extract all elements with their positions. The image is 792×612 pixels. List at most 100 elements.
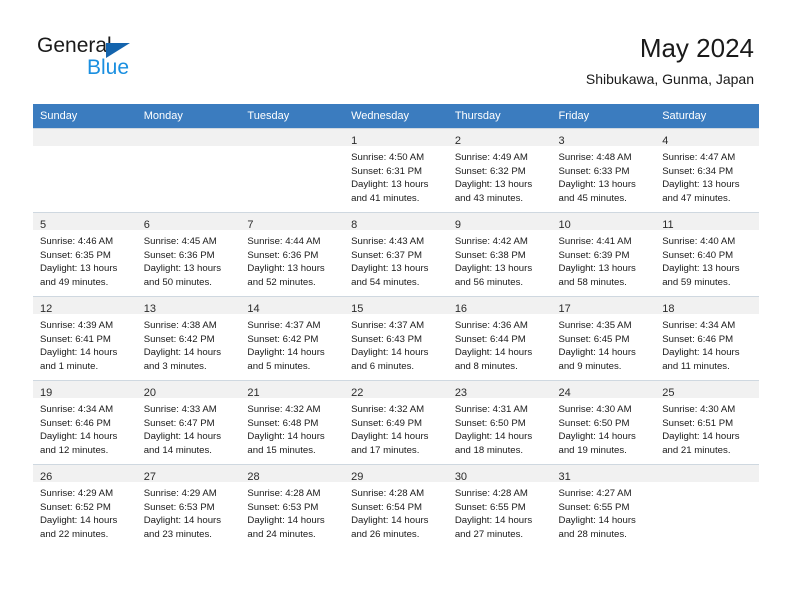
day-cell[interactable]: 7 Sunrise: 4:44 AM Sunset: 6:36 PM Daylight…: [240, 212, 345, 296]
day-cell[interactable]: 10 Sunrise: 4:41 AM Sunset: 6:39 PM Dayligh…: [551, 212, 656, 296]
day-cell[interactable]: 3 Sunrise: 4:48 AM Sunset: 6:33 PM Daylight…: [551, 128, 656, 212]
day-detail-line: Sunrise: 4:28 AM: [247, 488, 321, 499]
day-cell[interactable]: 1 Sunrise: 4:50 AM Sunset: 6:31 PM Daylight…: [344, 128, 448, 212]
day-detail-line: Daylight: 14 hours: [247, 515, 325, 527]
calendar-cell: 7 Sunrise: 4:44 AM Sunset: 6:36 PM Daylight…: [240, 212, 345, 296]
day-detail-line: Sunrise: 4:48 AM: [558, 152, 632, 163]
day-number-bar: 9: [447, 213, 552, 231]
weekday-header-sunday: Sunday: [33, 104, 137, 128]
day-cell[interactable]: 29 Sunrise: 4:28 AM Sunset: 6:54 PM Dayligh…: [344, 464, 448, 548]
day-cell[interactable]: 21 Sunrise: 4:32 AM Sunset: 6:48 PM Dayligh…: [240, 380, 345, 464]
day-detail-line: Daylight: 14 hours: [351, 515, 429, 527]
day-cell-empty: [240, 128, 345, 212]
day-number: 23: [454, 387, 468, 399]
day-detail-line: Daylight: 14 hours: [662, 347, 740, 359]
day-number: 24: [558, 387, 571, 399]
day-detail-line: Sunset: 6:34 PM: [662, 165, 734, 177]
day-detail-line: Sunrise: 4:50 AM: [351, 152, 425, 163]
weekday-header-friday: Friday: [551, 104, 656, 128]
day-detail-line: and 41 minutes.: [351, 192, 420, 204]
day-detail-line: and 17 minutes.: [351, 444, 420, 456]
day-detail-line: Sunrise: 4:27 AM: [558, 488, 632, 499]
day-cell[interactable]: 20 Sunrise: 4:33 AM Sunset: 6:47 PM Dayligh…: [136, 380, 241, 464]
day-detail-line: Daylight: 13 hours: [351, 179, 429, 191]
brand-logo[interactable]: General Blue: [37, 34, 237, 82]
day-cell[interactable]: 26 Sunrise: 4:29 AM Sunset: 6:52 PM Dayligh…: [33, 464, 137, 548]
day-number: 19: [40, 387, 53, 399]
day-cell[interactable]: 8 Sunrise: 4:43 AM Sunset: 6:37 PM Daylight…: [344, 212, 448, 296]
day-detail-line: Sunset: 6:33 PM: [558, 165, 630, 177]
calendar-cell: 30 Sunrise: 4:28 AM Sunset: 6:55 PM Dayligh…: [447, 464, 552, 548]
day-number: 17: [558, 303, 571, 315]
day-number-bar: 17: [551, 297, 656, 315]
day-detail-line: Sunrise: 4:46 AM: [40, 236, 114, 247]
day-cell[interactable]: 30 Sunrise: 4:28 AM Sunset: 6:55 PM Dayligh…: [447, 464, 552, 548]
day-detail-line: Daylight: 13 hours: [351, 263, 429, 275]
day-details: Sunrise: 4:29 AM Sunset: 6:53 PM Daylight:…: [137, 482, 241, 541]
day-number: 6: [143, 219, 150, 231]
day-detail-line: Daylight: 13 hours: [454, 263, 533, 275]
day-detail-line: and 9 minutes.: [558, 360, 622, 372]
day-number-bar: 30: [447, 465, 552, 483]
day-number-bar: 20: [136, 381, 241, 399]
day-number-bar: 6: [136, 213, 241, 231]
day-detail-line: Daylight: 14 hours: [143, 515, 222, 527]
day-detail-line: Daylight: 14 hours: [40, 347, 118, 359]
day-detail-line: Sunrise: 4:36 AM: [454, 320, 528, 331]
day-number: 27: [143, 471, 156, 483]
day-cell[interactable]: 12 Sunrise: 4:39 AM Sunset: 6:41 PM Dayligh…: [33, 296, 137, 380]
day-cell[interactable]: 31 Sunrise: 4:27 AM Sunset: 6:55 PM Dayligh…: [551, 464, 656, 548]
day-detail-line: Sunrise: 4:37 AM: [247, 320, 321, 331]
day-cell[interactable]: 24 Sunrise: 4:30 AM Sunset: 6:50 PM Dayligh…: [551, 380, 656, 464]
day-cell[interactable]: 11 Sunrise: 4:40 AM Sunset: 6:40 PM Dayligh…: [655, 212, 759, 296]
calendar-grid: Sunday Monday Tuesday Wednesday Thursday…: [33, 104, 759, 548]
day-cell[interactable]: 25 Sunrise: 4:30 AM Sunset: 6:51 PM Dayligh…: [655, 380, 759, 464]
day-cell[interactable]: 28 Sunrise: 4:28 AM Sunset: 6:53 PM Dayligh…: [240, 464, 345, 548]
day-cell[interactable]: 6 Sunrise: 4:45 AM Sunset: 6:36 PM Daylight…: [136, 212, 241, 296]
day-number: 9: [454, 219, 461, 231]
calendar-cell: [655, 464, 759, 548]
day-detail-line: Sunrise: 4:32 AM: [351, 404, 425, 415]
day-cell[interactable]: 17 Sunrise: 4:35 AM Sunset: 6:45 PM Dayligh…: [551, 296, 656, 380]
day-cell[interactable]: 18 Sunrise: 4:34 AM Sunset: 6:46 PM Dayligh…: [655, 296, 759, 380]
day-cell[interactable]: 23 Sunrise: 4:31 AM Sunset: 6:50 PM Dayligh…: [447, 380, 552, 464]
day-detail-line: Sunset: 6:53 PM: [247, 501, 319, 513]
day-cell[interactable]: 16 Sunrise: 4:36 AM Sunset: 6:44 PM Dayligh…: [447, 296, 552, 380]
calendar-cell: 4 Sunrise: 4:47 AM Sunset: 6:34 PM Daylight…: [655, 128, 759, 212]
day-number-bar: [655, 465, 759, 482]
calendar-cell: 8 Sunrise: 4:43 AM Sunset: 6:37 PM Daylight…: [344, 212, 448, 296]
day-details: Sunrise: 4:43 AM Sunset: 6:37 PM Daylight:…: [344, 230, 448, 289]
day-cell[interactable]: 5 Sunrise: 4:46 AM Sunset: 6:35 PM Daylight…: [33, 212, 137, 296]
day-detail-line: and 5 minutes.: [247, 360, 311, 372]
calendar-cell: 15 Sunrise: 4:37 AM Sunset: 6:43 PM Dayligh…: [344, 296, 448, 380]
day-details: Sunrise: 4:46 AM Sunset: 6:35 PM Daylight:…: [33, 230, 137, 289]
day-cell[interactable]: 9 Sunrise: 4:42 AM Sunset: 6:38 PM Daylight…: [447, 212, 552, 296]
day-cell[interactable]: 27 Sunrise: 4:29 AM Sunset: 6:53 PM Dayligh…: [136, 464, 241, 548]
brand-name-blue: Blue: [87, 56, 130, 79]
day-detail-line: and 58 minutes.: [558, 276, 627, 288]
day-detail-line: Daylight: 14 hours: [143, 431, 222, 443]
day-number-bar: 5: [33, 213, 137, 231]
day-detail-line: and 52 minutes.: [247, 276, 316, 288]
day-cell[interactable]: 13 Sunrise: 4:38 AM Sunset: 6:42 PM Dayligh…: [136, 296, 241, 380]
day-cell[interactable]: 2 Sunrise: 4:49 AM Sunset: 6:32 PM Daylight…: [447, 128, 552, 212]
day-cell[interactable]: 15 Sunrise: 4:37 AM Sunset: 6:43 PM Dayligh…: [344, 296, 448, 380]
day-number: 13: [143, 303, 156, 315]
weekday-header-row: Sunday Monday Tuesday Wednesday Thursday…: [33, 104, 759, 128]
day-cell[interactable]: 14 Sunrise: 4:37 AM Sunset: 6:42 PM Dayligh…: [240, 296, 345, 380]
day-number: 26: [40, 471, 53, 483]
day-cell[interactable]: 22 Sunrise: 4:32 AM Sunset: 6:49 PM Dayligh…: [344, 380, 448, 464]
day-detail-line: Daylight: 14 hours: [351, 431, 429, 443]
day-details: Sunrise: 4:34 AM Sunset: 6:46 PM Daylight:…: [33, 398, 137, 457]
calendar-page: General Blue May 2024 Shibukawa, Gunma, …: [0, 0, 792, 612]
day-detail-line: Daylight: 14 hours: [40, 431, 118, 443]
day-detail-line: Sunrise: 4:43 AM: [351, 236, 425, 247]
day-cell[interactable]: 19 Sunrise: 4:34 AM Sunset: 6:46 PM Dayligh…: [33, 380, 137, 464]
day-detail-line: Sunset: 6:53 PM: [143, 501, 215, 513]
calendar-cell: 13 Sunrise: 4:38 AM Sunset: 6:42 PM Dayligh…: [136, 296, 241, 380]
day-number-bar: 13: [136, 297, 241, 315]
day-detail-line: and 1 minute.: [40, 360, 99, 372]
day-detail-line: and 26 minutes.: [351, 528, 420, 540]
day-details: Sunrise: 4:32 AM Sunset: 6:48 PM Daylight:…: [240, 398, 344, 457]
day-cell[interactable]: 4 Sunrise: 4:47 AM Sunset: 6:34 PM Daylight…: [655, 128, 759, 212]
